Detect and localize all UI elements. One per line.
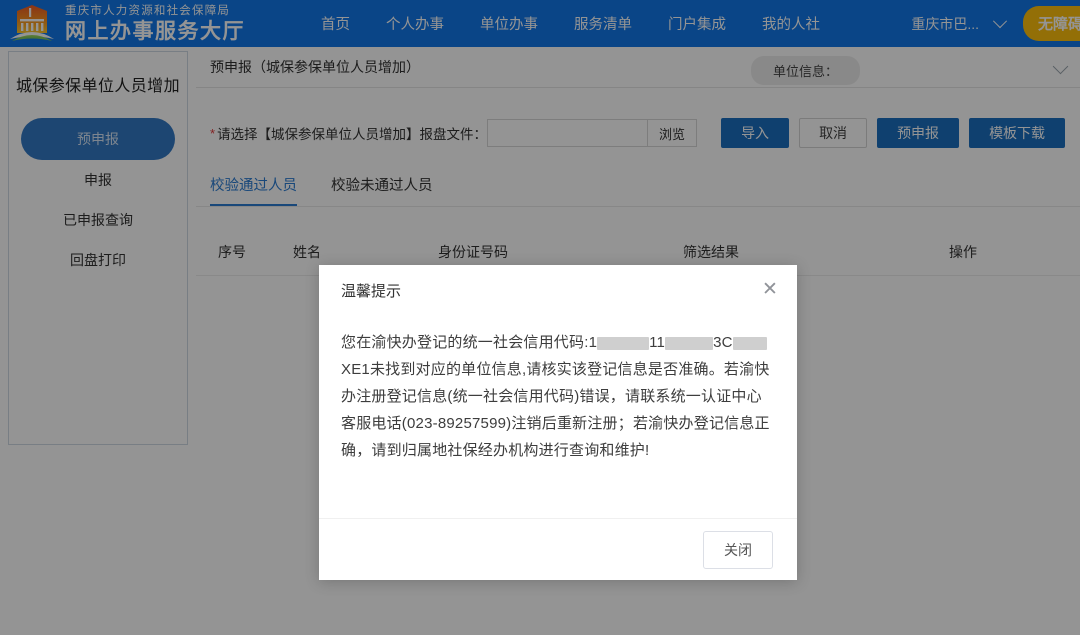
dialog-message-part-4: XE1未找到对应的单位信息,请核实该登记信息是否准确。若渝快办注册登记信息(统一… <box>341 361 770 459</box>
close-icon[interactable]: ✕ <box>761 281 779 299</box>
tips-dialog: 温馨提示 ✕ 您在渝快办登记的统一社会信用代码:1 11 3C XE1未找到对应的单位… <box>319 265 797 580</box>
dialog-message-part-3: 3C <box>713 334 733 351</box>
dialog-header: 温馨提示 ✕ <box>319 265 797 315</box>
dialog-message: 您在渝快办登记的统一社会信用代码:1 11 3C XE1未找到对应的单位信息,请核实该… <box>341 329 775 464</box>
redacted-block <box>733 337 767 350</box>
page-root: 重庆市人力资源和社会保障局 网上办事服务大厅 首页 个人办事 单位办事 服务清单… <box>0 0 1080 635</box>
dialog-message-part-1: 您在渝快办登记的统一社会信用代码:1 <box>341 334 597 351</box>
dialog-title: 温馨提示 <box>341 280 401 301</box>
dialog-footer: 关闭 <box>319 518 797 580</box>
dialog-message-part-2: 11 <box>649 334 665 351</box>
redacted-block <box>597 337 649 350</box>
dialog-close-button[interactable]: 关闭 <box>703 531 773 569</box>
redacted-block <box>665 337 713 350</box>
dialog-body: 您在渝快办登记的统一社会信用代码:1 11 3C XE1未找到对应的单位信息,请核实该… <box>319 315 797 464</box>
